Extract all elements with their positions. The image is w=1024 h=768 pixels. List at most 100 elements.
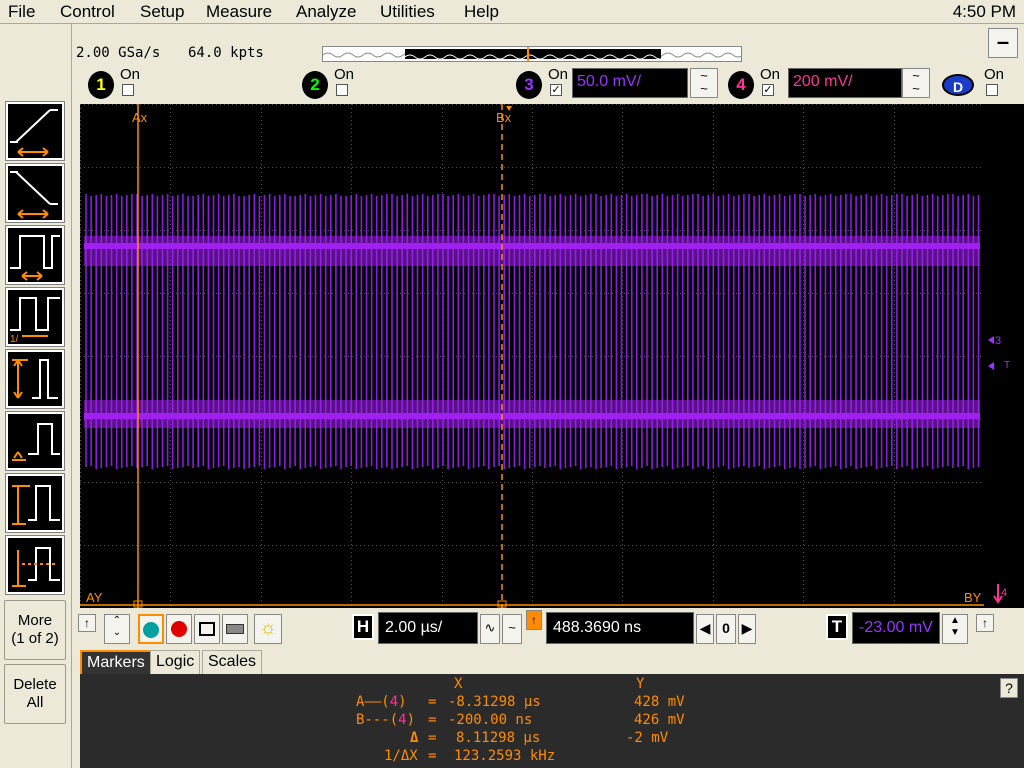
amplitude-mode-button[interactable]: [5, 349, 65, 409]
timebase-coarse-button[interactable]: ~: [502, 614, 522, 644]
memory-depth: 64.0 kpts: [188, 45, 264, 61]
marker-b-x: -200.00 ns: [448, 712, 533, 728]
trigger-level-updown-button[interactable]: ▲ ▼: [942, 614, 968, 644]
trigger-level-field[interactable]: -23.00 mV: [852, 612, 940, 644]
horizontal-label: H: [352, 614, 374, 640]
tab-scales[interactable]: Scales: [202, 650, 263, 674]
menu-setup[interactable]: Setup: [140, 2, 184, 22]
print-button[interactable]: [222, 614, 248, 644]
pulse-width-icon: [10, 235, 60, 281]
falling-edge-icon: [10, 171, 58, 219]
arrow-right-icon: ▶: [741, 620, 753, 636]
top-level-mode-button[interactable]: [5, 473, 65, 533]
falling-edge-mode-button[interactable]: [5, 163, 65, 223]
delay-right-button[interactable]: ▶: [738, 614, 756, 644]
autoscale-button[interactable]: ☼: [254, 614, 282, 644]
marker-a-y: 428 mV: [634, 694, 685, 710]
marker-delta-y: -2 mV: [626, 730, 669, 746]
menu-analyze[interactable]: Analyze: [296, 2, 356, 22]
channel-bar: 1 On 2 On 3 On ✓ 50.0 mV/ ~ ~ 4 On ✓ 200 …: [72, 64, 1024, 104]
pulse-width-mode-button[interactable]: [5, 225, 65, 285]
channel-4-ground-marker: 4: [1001, 587, 1007, 599]
menu-control[interactable]: Control: [60, 2, 115, 22]
rising-edge-mode-button[interactable]: [5, 101, 65, 161]
stop-button[interactable]: [166, 614, 192, 644]
scroll-up-icon[interactable]: ↑: [78, 614, 96, 632]
vertical-updown-button[interactable]: ⌃ ⌄: [104, 614, 130, 644]
marker-a-label: A——(4): [356, 694, 407, 710]
delay-position-field[interactable]: 488.3690 ns: [546, 612, 694, 644]
delete-all-button[interactable]: Delete All: [4, 664, 66, 724]
channel-3-checkbox[interactable]: ✓: [550, 84, 562, 96]
threshold-mode-button[interactable]: [5, 535, 65, 595]
channel-1-badge[interactable]: 1: [88, 71, 114, 99]
more-button[interactable]: More (1 of 2): [4, 600, 66, 660]
waveform-display[interactable]: Ax Bx AY BY: [80, 104, 985, 609]
period-mode-button[interactable]: 1/: [5, 287, 65, 347]
period-icon: 1/: [10, 297, 60, 344]
sample-rate: 2.00 GSa/s: [76, 45, 161, 61]
delay-reference-icon[interactable]: ↑: [526, 610, 542, 630]
digital-checkbox[interactable]: [986, 84, 998, 96]
trigger-level-marker-icon: [988, 362, 994, 370]
digital-on-label: On: [984, 66, 1005, 83]
coupling-wave-icon: ~: [912, 81, 920, 96]
trigger-label: T: [826, 614, 848, 640]
cursor-by-label: BY: [964, 590, 982, 605]
timeline-window-wave: [404, 54, 666, 60]
channel-1-checkbox[interactable]: [122, 84, 134, 96]
marker-a-source: 4: [389, 694, 399, 710]
minimize-button[interactable]: –: [988, 28, 1018, 58]
channel-4-checkbox[interactable]: ✓: [762, 84, 774, 96]
menu-measure[interactable]: Measure: [206, 2, 272, 22]
channel-3-coupling-button[interactable]: ~ ~: [690, 68, 718, 98]
base-level-mode-button[interactable]: [5, 411, 65, 471]
sine-wave-icon: ∿: [484, 620, 496, 635]
channel-4-coupling-button[interactable]: ~ ~: [902, 68, 930, 98]
marker-delta-label: Δ: [410, 730, 419, 746]
memory-timeline[interactable]: [322, 46, 742, 62]
channel-3-badge[interactable]: 3: [516, 71, 542, 99]
channel-2-badge[interactable]: 2: [302, 71, 328, 99]
help-button[interactable]: ?: [1000, 678, 1018, 698]
channel-2-checkbox[interactable]: [336, 84, 348, 96]
coupling-wave-icon: ~: [700, 81, 708, 96]
channel-1-on-label: On: [120, 66, 141, 83]
channel-3-ground-marker: 3: [995, 335, 1001, 347]
channel-3-ground-marker-icon: [988, 336, 994, 344]
cursor-bx-label: Bx: [496, 110, 512, 125]
menu-file[interactable]: File: [8, 2, 35, 22]
timeline-trigger-mark: [527, 47, 529, 61]
markers-x-header: X: [454, 676, 463, 692]
timebase-fine-button[interactable]: ∿: [480, 614, 500, 644]
trigger-scroll-icon[interactable]: ↑: [976, 614, 994, 632]
delay-zero-button[interactable]: 0: [716, 614, 736, 644]
rising-edge-icon: [10, 109, 58, 157]
marker-b-source: 4: [398, 712, 407, 728]
run-button[interactable]: [138, 614, 164, 644]
timebase-field[interactable]: 2.00 µs/: [378, 612, 478, 644]
menu-help[interactable]: Help: [464, 2, 499, 22]
channel-4-on-label: On: [760, 66, 781, 83]
tab-logic[interactable]: Logic: [150, 650, 201, 674]
marker-b-y: 426 mV: [634, 712, 685, 728]
single-button[interactable]: [194, 614, 220, 644]
waveform-graticule: Ax Bx AY BY: [80, 104, 985, 609]
marker-b-label: B---(4): [356, 712, 416, 728]
printer-icon: [226, 624, 244, 635]
tab-markers[interactable]: Markers: [80, 650, 152, 674]
trace-band: [84, 236, 980, 266]
channel-3-scale[interactable]: 50.0 mV/: [572, 68, 688, 98]
threshold-icon: [12, 547, 60, 587]
marker-inverse-delta-eq: =: [428, 748, 437, 764]
base-level-icon: [12, 423, 60, 461]
wave-icon: ~: [508, 620, 516, 635]
channel-4-badge[interactable]: 4: [728, 71, 754, 99]
digital-badge[interactable]: D: [942, 74, 974, 96]
amplitude-icon: [12, 359, 58, 399]
delay-left-button[interactable]: ◀: [696, 614, 714, 644]
clock: 4:50 PM: [952, 2, 1016, 21]
level-markers-strip: 3 T 4: [984, 104, 1024, 608]
channel-4-scale[interactable]: 200 mV/: [788, 68, 902, 98]
menu-utilities[interactable]: Utilities: [380, 2, 435, 22]
